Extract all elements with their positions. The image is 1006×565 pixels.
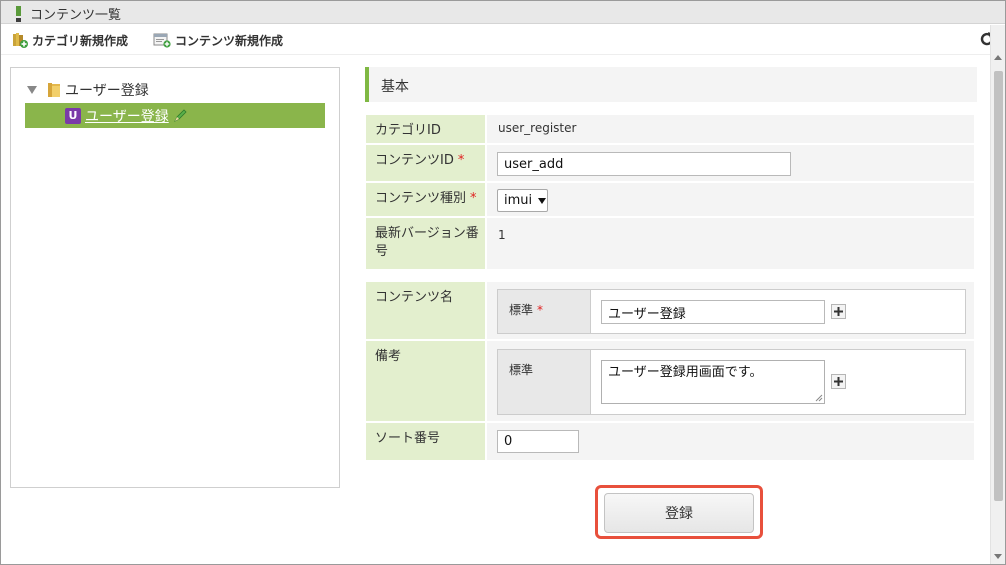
latest-version-cell: 1 (487, 218, 974, 269)
title-bar: コンテンツ一覧 (1, 1, 1005, 24)
new-content-button[interactable]: コンテンツ新規作成 (153, 31, 283, 49)
tree-root-node[interactable]: ユーザー登録 (27, 80, 149, 100)
required-mark: * (470, 191, 477, 206)
category-id-label: カテゴリID (366, 115, 485, 143)
category-id-value: user_register (498, 121, 577, 135)
content-type-select[interactable]: imui (497, 189, 548, 212)
section-title: 基本 (381, 79, 409, 95)
content-type-cell: imui (487, 183, 974, 216)
tree-item-label: ユーザー登録 (85, 108, 169, 125)
new-category-label: カテゴリ新規作成 (32, 33, 129, 48)
sort-number-label: ソート番号 (366, 423, 485, 460)
content-type-label: コンテンツ種別 * (366, 183, 485, 216)
latest-version-label: 最新バージョン番号 (366, 218, 485, 269)
remarks-textarea[interactable]: ユーザー登録用画面です。 (601, 360, 825, 404)
tree-item-user-register[interactable]: U ユーザー登録 (25, 103, 325, 128)
new-category-button[interactable]: カテゴリ新規作成 (12, 31, 128, 49)
chevron-down-icon (538, 197, 547, 204)
content-name-label: コンテンツ名 (366, 282, 485, 339)
plus-icon (834, 307, 843, 316)
content-id-input[interactable]: user_add (497, 152, 791, 176)
toolbar: カテゴリ新規作成 コンテンツ新規作成 (1, 25, 991, 55)
collapse-triangle-icon[interactable] (27, 86, 37, 94)
required-mark: * (457, 153, 465, 168)
content-id-label: コンテンツID * (366, 145, 485, 181)
remarks-label: 備考 (366, 341, 485, 421)
scrollbar-thumb[interactable] (994, 71, 1003, 501)
latest-version-value: 1 (498, 228, 506, 242)
new-category-icon (13, 33, 28, 48)
vertical-scrollbar[interactable] (990, 25, 1005, 564)
resize-grip-icon[interactable] (815, 394, 823, 402)
add-remarks-language-button[interactable] (831, 374, 846, 389)
tree-root-label: ユーザー登録 (65, 83, 149, 99)
scroll-down-icon[interactable] (994, 554, 1002, 559)
sort-number-input[interactable]: 0 (497, 430, 579, 453)
category-id-cell: user_register (487, 115, 974, 143)
folder-icon (48, 83, 60, 97)
title-marker-icon (16, 6, 21, 22)
new-content-label: コンテンツ新規作成 (175, 33, 284, 48)
scroll-up-icon[interactable] (994, 55, 1002, 60)
add-content-name-language-button[interactable] (831, 304, 846, 319)
content-id-cell: user_add (487, 145, 974, 181)
new-content-icon (153, 33, 171, 48)
sort-number-cell: 0 (487, 423, 974, 460)
register-button[interactable]: 登録 (604, 493, 754, 533)
page-title: コンテンツ一覧 (30, 8, 122, 23)
plus-icon (834, 377, 843, 386)
content-name-lang-label: 標準 * (498, 290, 591, 333)
content-name-input[interactable]: ユーザー登録 (601, 300, 825, 324)
content-type-badge-icon: U (65, 107, 81, 124)
remarks-lang-label: 標準 (498, 350, 591, 414)
required-mark: * (537, 303, 544, 317)
section-header-basic: 基本 (365, 67, 977, 102)
pencil-icon[interactable] (172, 108, 188, 124)
category-tree-panel: ユーザー登録 U ユーザー登録 (10, 67, 340, 488)
